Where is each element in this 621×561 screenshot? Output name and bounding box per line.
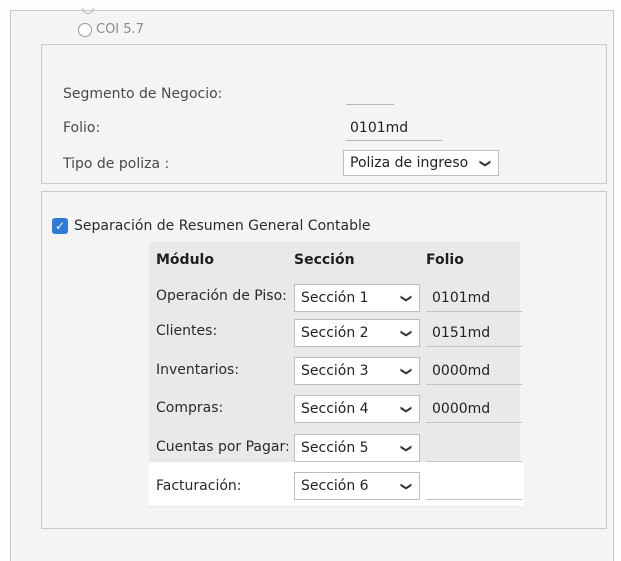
chevron-down-icon: ❯ (399, 328, 413, 338)
radio-button[interactable] (78, 22, 92, 37)
folio-field[interactable]: 0101md (426, 284, 522, 312)
folio-field[interactable]: 0000md (426, 395, 522, 423)
folio-field[interactable]: 0000md (426, 357, 522, 385)
separacion-label: Separación de Resumen General Contable (74, 218, 371, 234)
header-seccion: Sección (294, 252, 355, 268)
header-modulo: Módulo (156, 252, 214, 268)
segmento-field[interactable] (346, 104, 394, 105)
seccion-value: Sección 2 (301, 325, 369, 341)
separacion-checkbox-row[interactable]: ✓ Separación de Resumen General Contable (52, 218, 370, 234)
chevron-down-icon: ❯ (399, 404, 413, 414)
seccion-value: Sección 3 (301, 363, 369, 379)
chevron-down-icon: ❯ (399, 443, 413, 453)
row-modulo: Clientes: (156, 323, 218, 339)
folio-field[interactable] (426, 472, 522, 500)
folio-underline (346, 140, 442, 141)
row-modulo: Operación de Piso: (156, 288, 287, 304)
coi-radio-option[interactable]: COI 5.7 (78, 22, 144, 37)
folio-label: Folio: (63, 120, 101, 136)
seccion-select[interactable]: Sección 4 ❯ (294, 395, 420, 423)
seccion-select[interactable]: Sección 6 ❯ (294, 472, 420, 500)
coi-radio-label: COI 5.7 (96, 22, 144, 37)
row-modulo: Facturación: (156, 478, 242, 494)
row-modulo: Cuentas por Pagar: (156, 439, 290, 455)
folio-value[interactable]: 0101md (350, 120, 408, 136)
folio-field[interactable] (426, 434, 522, 462)
chevron-down-icon: ❯ (478, 158, 492, 168)
seccion-select[interactable]: Sección 3 ❯ (294, 357, 420, 385)
row-modulo: Compras: (156, 400, 224, 416)
chevron-down-icon: ❯ (399, 366, 413, 376)
tipo-poliza-label: Tipo de poliza : (63, 156, 170, 172)
chevron-down-icon: ❯ (399, 481, 413, 491)
check-icon[interactable]: ✓ (52, 218, 68, 234)
tipo-poliza-select[interactable]: Poliza de ingreso ❯ (343, 150, 499, 176)
seccion-select[interactable]: Sección 2 ❯ (294, 319, 420, 347)
seccion-select[interactable]: Sección 5 ❯ (294, 434, 420, 462)
tipo-poliza-value: Poliza de ingreso (350, 155, 469, 171)
chevron-down-icon: ❯ (399, 293, 413, 303)
seccion-value: Sección 6 (301, 478, 369, 494)
seccion-value: Sección 5 (301, 440, 369, 456)
seccion-value: Sección 4 (301, 401, 369, 417)
row-modulo: Inventarios: (156, 362, 240, 378)
seccion-value: Sección 1 (301, 290, 369, 306)
folio-field[interactable]: 0151md (426, 319, 522, 347)
segmento-label: Segmento de Negocio: (63, 86, 223, 102)
seccion-select[interactable]: Sección 1 ❯ (294, 284, 420, 312)
header-folio: Folio (426, 252, 464, 268)
